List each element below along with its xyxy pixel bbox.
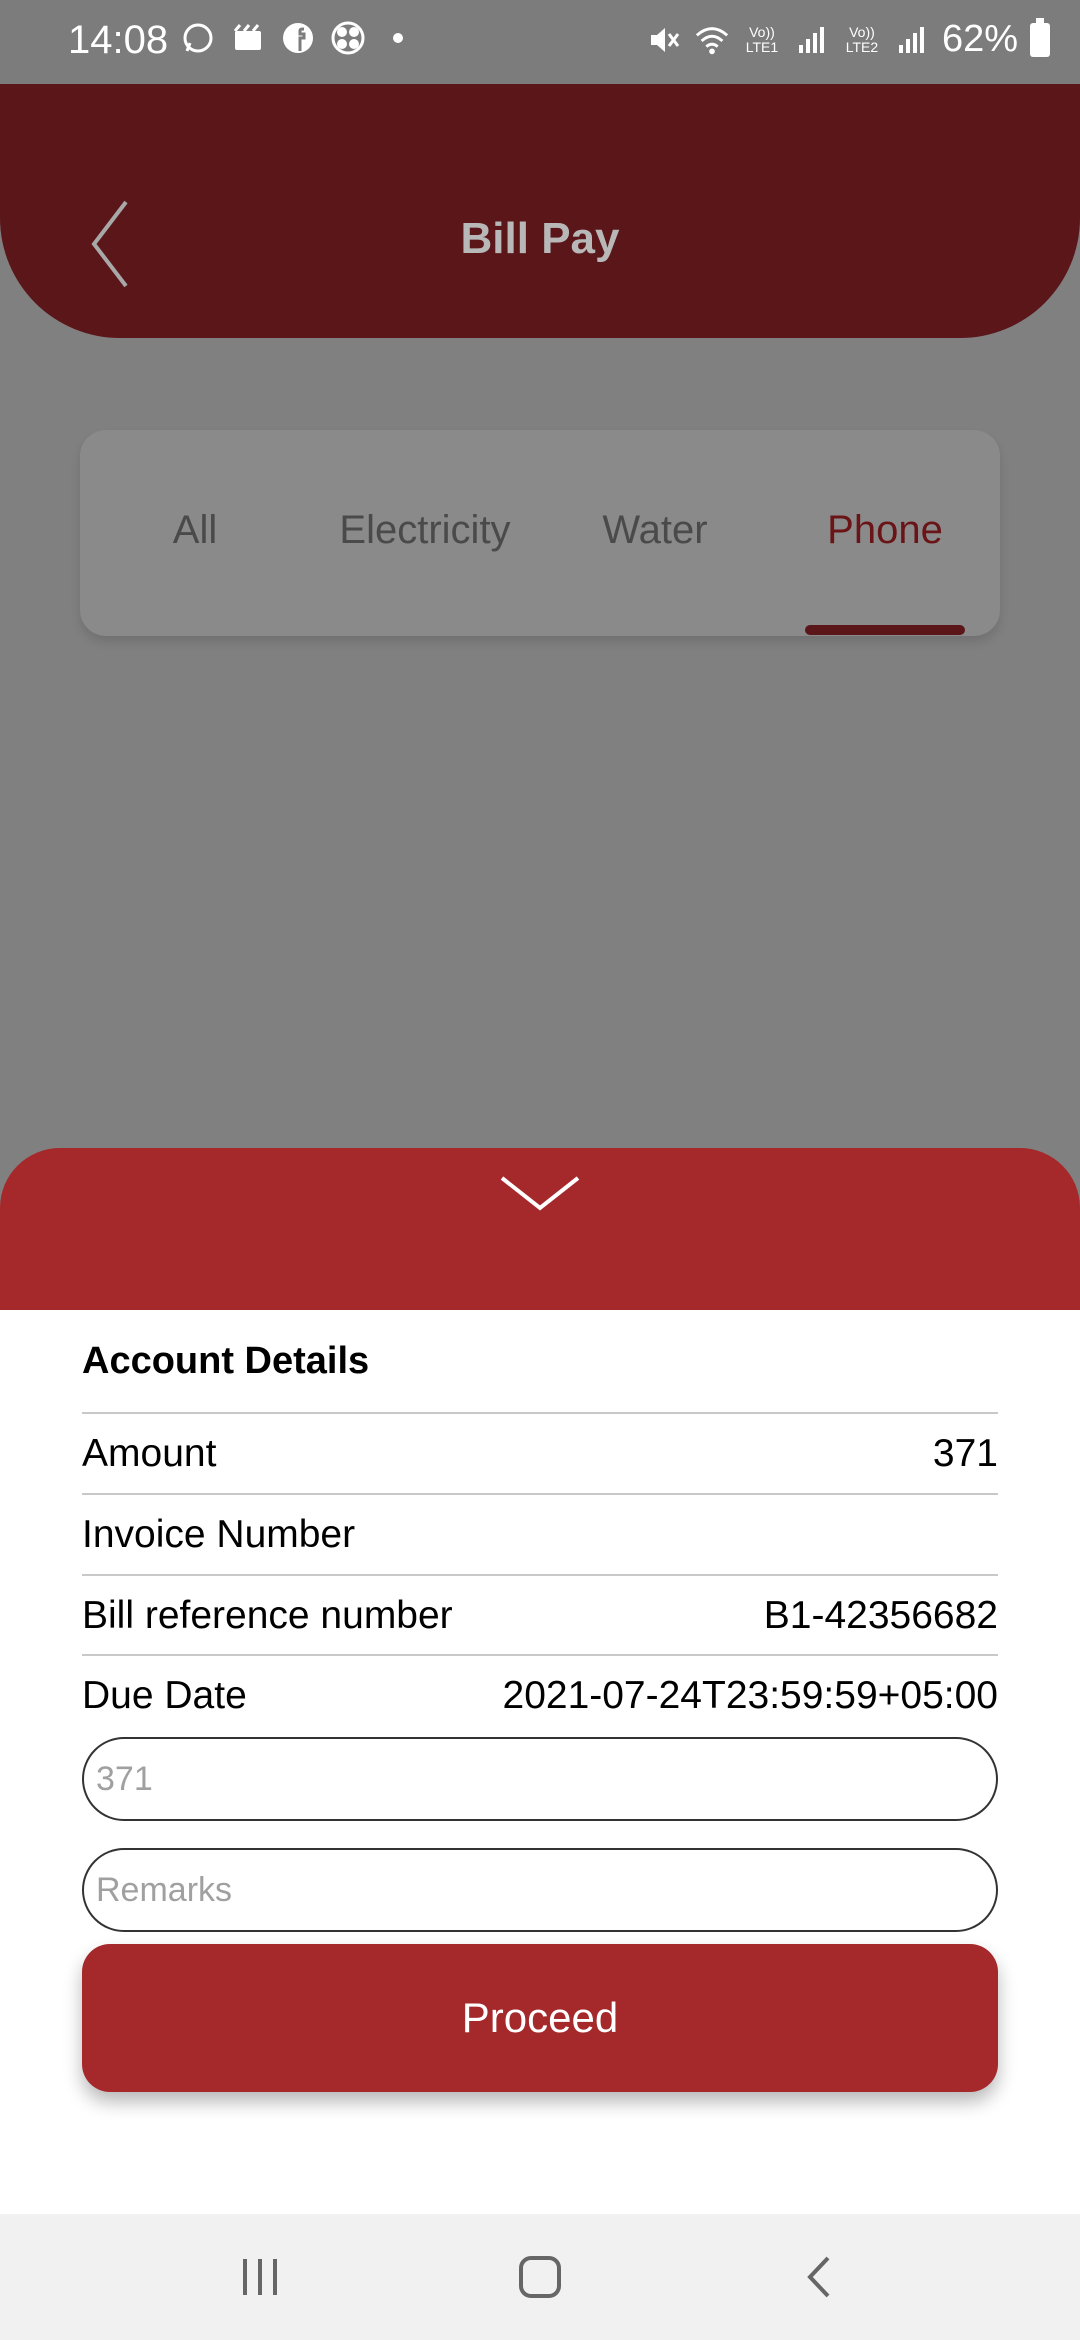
- nav-back-button[interactable]: [770, 2242, 870, 2312]
- amount-label: Amount: [82, 1432, 217, 1475]
- page-title: Bill Pay: [460, 214, 620, 263]
- amount-input[interactable]: 371: [82, 1737, 998, 1821]
- signal-icon: [794, 22, 830, 58]
- tab-electricity[interactable]: Electricity: [310, 490, 540, 570]
- amount-value: 371: [932, 1432, 998, 1475]
- mute-icon: [646, 22, 682, 58]
- status-time: 14:08: [68, 18, 169, 62]
- proceed-button[interactable]: Proceed: [82, 1944, 998, 2092]
- home-button[interactable]: [490, 2242, 590, 2312]
- divider: [82, 1654, 998, 1656]
- fan-icon: [330, 20, 366, 56]
- recents-icon: [243, 2259, 277, 2295]
- collapse-sheet-button[interactable]: [496, 1168, 584, 1218]
- active-tab-indicator: [805, 625, 965, 635]
- divider: [82, 1412, 998, 1414]
- divider: [82, 1574, 998, 1576]
- home-icon: [519, 2256, 561, 2298]
- system-nav-bar: [0, 2214, 1080, 2340]
- clapper-icon: [230, 20, 266, 56]
- lte2-label: Vo)) LTE2: [845, 23, 879, 55]
- lte1-label: Vo)) LTE1: [745, 23, 779, 55]
- chevron-down-icon: [500, 1176, 580, 1211]
- recents-button[interactable]: [210, 2242, 310, 2312]
- app-header: Bill Pay: [0, 84, 1080, 338]
- signal-icon: [894, 22, 930, 58]
- tab-all[interactable]: All: [80, 490, 310, 570]
- facebook-icon: [280, 20, 316, 56]
- wifi-icon: [694, 22, 730, 58]
- whatsapp-icon: [180, 20, 216, 56]
- due-date-label: Due Date: [82, 1674, 247, 1717]
- battery-icon: [1030, 17, 1050, 57]
- battery-percent: 62%: [941, 18, 1018, 60]
- invoice-number-label: Invoice Number: [82, 1513, 356, 1556]
- category-tabs: All Electricity Water Phone: [80, 430, 1000, 636]
- tab-water[interactable]: Water: [540, 490, 770, 570]
- system-icons: Vo)) LTE1 Vo)) LTE2 62%: [646, 17, 1050, 61]
- back-icon: [807, 2256, 830, 2298]
- divider: [82, 1493, 998, 1495]
- dot-icon: [380, 20, 416, 56]
- section-title: Account Details: [82, 1340, 370, 1382]
- status-bar: 14:08 Vo)) LTE1 Vo)) LTE2 62%: [0, 0, 1080, 84]
- tab-phone[interactable]: Phone: [770, 490, 1000, 570]
- bill-reference-label: Bill reference number: [82, 1594, 453, 1637]
- remarks-input[interactable]: Remarks: [82, 1848, 998, 1932]
- notification-icons: [180, 20, 416, 56]
- bill-reference-value: B1-42356682: [763, 1594, 998, 1637]
- due-date-value: 2021-07-24T23:59:59+05:00: [502, 1674, 999, 1717]
